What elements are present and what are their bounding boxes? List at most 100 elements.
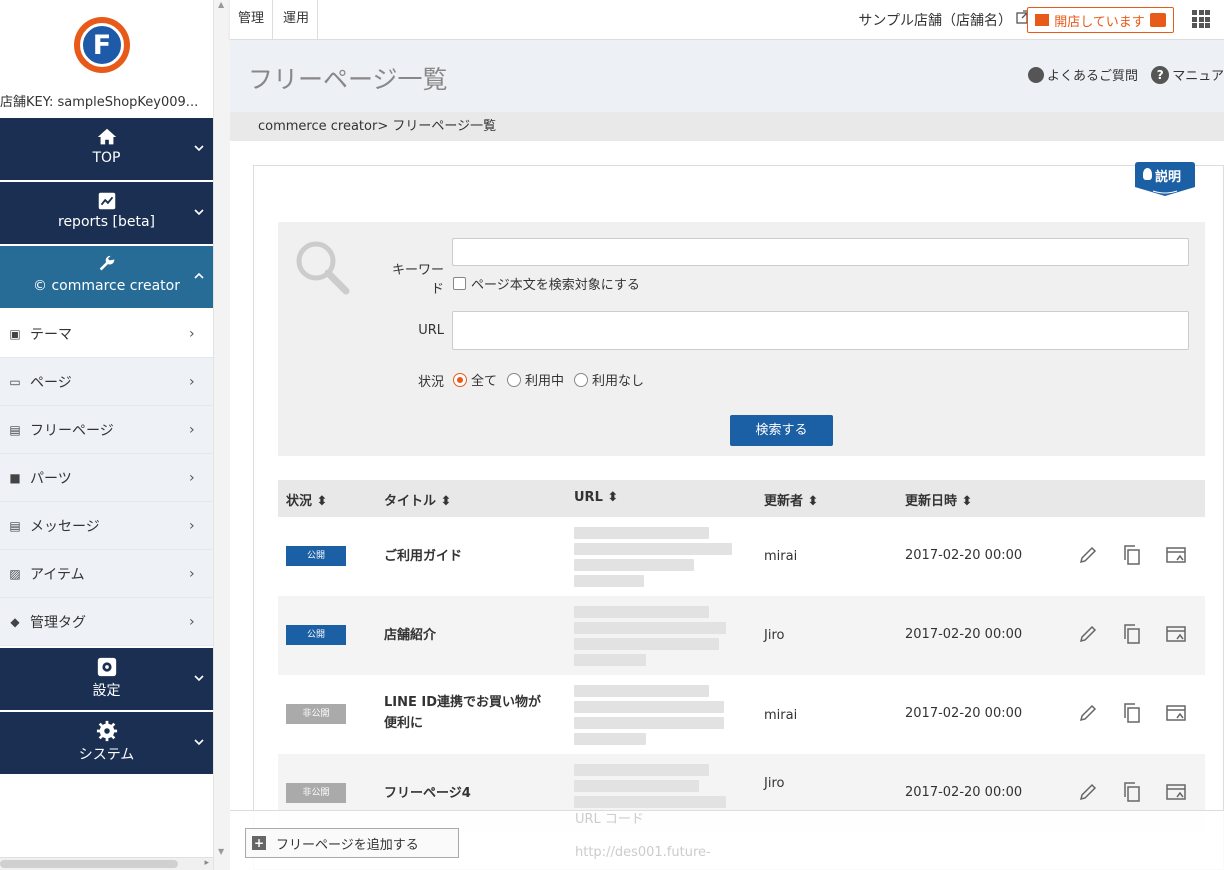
tab-admin[interactable]: 管理	[230, 0, 274, 40]
add-freepage-label: フリーページを追加する	[276, 837, 419, 853]
status-radio-unused[interactable]: 利用なし	[574, 370, 644, 389]
tab-operation[interactable]: 運用	[275, 0, 319, 40]
th-url[interactable]: URL ⬍	[574, 490, 618, 505]
radio-label: 利用中	[525, 374, 565, 389]
chevron-down-icon	[194, 145, 204, 152]
faq-link[interactable]: よくあるご質問	[1027, 65, 1138, 84]
scroll-thumb[interactable]	[0, 860, 178, 868]
home-icon	[97, 128, 116, 145]
url-input[interactable]	[452, 311, 1189, 350]
nav-reports[interactable]: reports [beta]	[0, 182, 213, 245]
breadcrumb[interactable]: commerce creator> フリーページ一覧	[230, 112, 1224, 141]
status-radio-in-use[interactable]: 利用中	[507, 370, 564, 389]
th-updated[interactable]: 更新日時 ⬍	[905, 490, 972, 509]
table-row: 公開 ご利用ガイド mirai 2017-02-20 00:00	[278, 517, 1205, 596]
sidebar-scrollbar[interactable]: ▲ ▼	[213, 0, 230, 870]
help-button[interactable]: 説明	[1133, 161, 1197, 197]
faq-icon	[1027, 66, 1044, 83]
nav-top-label: TOP	[92, 150, 121, 166]
th-status[interactable]: 状況 ⬍	[286, 490, 327, 509]
edit-icon[interactable]	[1077, 623, 1099, 645]
apps-grid-icon[interactable]	[1192, 10, 1210, 28]
chevron-right-icon: ›	[189, 613, 195, 630]
table-row: 公開 店舗紹介 Jiro 2017-02-20 00:00	[278, 596, 1205, 675]
shop-name[interactable]: サンプル店舗（店舗名）	[858, 10, 1012, 30]
document-icon: ▤	[9, 422, 21, 437]
sidebar-item-tags[interactable]: ◆ 管理タグ ›	[0, 598, 213, 646]
nav-settings[interactable]: 設定	[0, 648, 213, 711]
logo[interactable]: F	[74, 17, 130, 73]
chevron-up-icon	[194, 272, 204, 279]
chevron-right-icon: ›	[189, 421, 195, 438]
sort-icon: ⬍	[607, 490, 619, 505]
search-button[interactable]: 検索する	[730, 415, 833, 446]
url-label: URL	[418, 323, 444, 338]
table-header: 状況 ⬍ タイトル ⬍ URL ⬍ 更新者 ⬍ 更新日時 ⬍	[278, 480, 1205, 517]
edit-icon[interactable]	[1077, 544, 1099, 566]
chevron-right-icon: ›	[189, 325, 195, 342]
scroll-right-icon[interactable]: ▸	[204, 858, 209, 868]
sidebar-item-parts[interactable]: ■ パーツ ›	[0, 454, 213, 502]
checkbox-box[interactable]	[453, 277, 466, 290]
faq-label: よくあるご質問	[1046, 69, 1138, 84]
copy-icon[interactable]	[1121, 544, 1143, 566]
preview-icon[interactable]	[1165, 781, 1187, 803]
sidebar-item-label: フリーページ	[30, 422, 114, 439]
row-title[interactable]: 店舗紹介	[384, 625, 554, 646]
nav-commarce-text: commarce creator	[51, 278, 180, 294]
store-open-button[interactable]: 開店しています	[1027, 7, 1174, 33]
nav-top[interactable]: TOP	[0, 118, 213, 181]
nav-system-label: システム	[78, 747, 135, 763]
row-actions	[1077, 544, 1187, 566]
body-search-checkbox[interactable]: ページ本文を検索対象にする	[453, 274, 640, 293]
sidebar-item-theme[interactable]: ▣ テーマ ›	[0, 310, 213, 358]
preview-icon[interactable]	[1165, 623, 1187, 645]
row-title[interactable]: ご利用ガイド	[384, 546, 554, 567]
row-title[interactable]: フリーページ4	[384, 783, 554, 804]
copy-icon[interactable]	[1121, 623, 1143, 645]
plus-icon: +	[252, 836, 266, 850]
ghost-url-code: URL コード	[575, 812, 644, 827]
sort-icon: ⬍	[807, 494, 819, 509]
lightbulb-icon	[1143, 168, 1152, 180]
sidebar-item-label: 管理タグ	[30, 614, 86, 631]
sidebar-item-freepage[interactable]: ▤ フリーページ ›	[0, 406, 213, 454]
nav-reports-label: reports [beta]	[58, 214, 155, 230]
sort-icon: ⬍	[440, 494, 452, 509]
copy-icon[interactable]	[1121, 702, 1143, 724]
scroll-down-icon[interactable]: ▼	[218, 847, 224, 856]
preview-icon[interactable]	[1165, 544, 1187, 566]
question-icon: ?	[1151, 65, 1170, 84]
nav-commarce-creator[interactable]: © commarce creator	[0, 246, 213, 309]
message-icon: ▤	[9, 518, 21, 533]
add-freepage-button[interactable]: + フリーページを追加する	[245, 828, 459, 858]
row-title[interactable]: LINE ID連携でお買い物が便利に	[384, 692, 554, 734]
preview-icon[interactable]	[1165, 702, 1187, 724]
gear-icon	[96, 720, 117, 742]
chevron-right-icon: ›	[189, 373, 195, 390]
sidebar-item-item[interactable]: ▨ アイテム ›	[0, 550, 213, 598]
copy-icon[interactable]	[1121, 781, 1143, 803]
wrench-icon	[99, 255, 114, 271]
sidebar-item-page[interactable]: ▭ ページ ›	[0, 358, 213, 406]
blurred-url	[574, 683, 730, 745]
edit-icon[interactable]	[1077, 781, 1099, 803]
chevron-right-icon: ›	[189, 565, 195, 582]
row-updater: mirai	[764, 549, 798, 564]
edit-icon[interactable]	[1077, 702, 1099, 724]
nav-system[interactable]: システム	[0, 712, 213, 775]
keyword-input[interactable]	[452, 238, 1189, 266]
manual-link[interactable]: ? マニュア	[1151, 65, 1224, 84]
sidebar-item-message[interactable]: ▤ メッセージ ›	[0, 502, 213, 550]
sidebar-hscrollbar[interactable]: ▸	[0, 857, 213, 870]
th-updater[interactable]: 更新者 ⬍	[764, 490, 818, 509]
chevron-right-icon: ›	[189, 517, 195, 534]
th-title[interactable]: タイトル ⬍	[384, 490, 451, 509]
status-radio-all[interactable]: 全て	[453, 370, 497, 389]
image-icon: ▨	[9, 566, 21, 581]
chevron-down-icon	[194, 739, 204, 746]
sidebar-item-label: テーマ	[30, 326, 72, 343]
page-icon: ▭	[9, 374, 21, 389]
sort-icon: ⬍	[961, 494, 973, 509]
scroll-up-icon[interactable]: ▲	[218, 0, 224, 9]
